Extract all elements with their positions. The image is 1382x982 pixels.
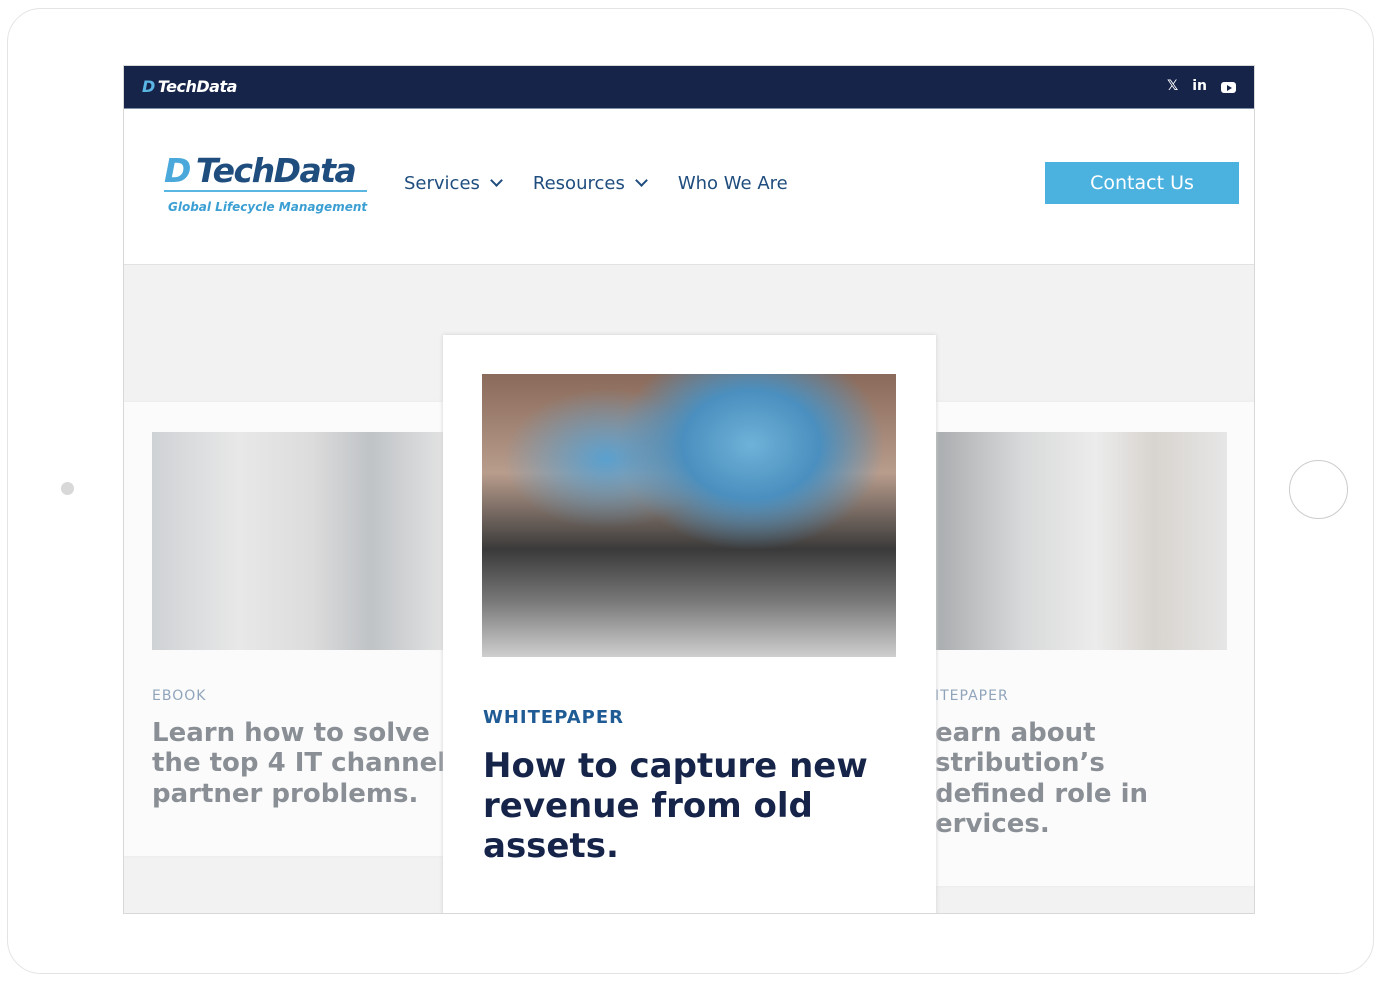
camera-dot: [61, 482, 74, 495]
top-bar: D TechData 𝕏 in: [124, 66, 1254, 109]
title-line: stribution’s: [935, 748, 1105, 779]
card-image-laptop-repair: [482, 374, 896, 657]
card-image-handshake: [935, 432, 1227, 650]
card-title: How to capture new revenue from old asse…: [483, 746, 868, 866]
nav-label: Resources: [532, 173, 625, 194]
home-button[interactable]: [1289, 460, 1348, 519]
topbar-logo-text: TechData: [157, 77, 238, 96]
linkedin-icon[interactable]: in: [1192, 78, 1207, 94]
chevron-down-icon: [490, 174, 503, 187]
card-title: Learn how to solve the top 4 IT channel …: [152, 718, 447, 809]
card-tag: EBOOK: [152, 688, 207, 704]
main-nav: Services Resources Who We Are: [404, 173, 788, 194]
nav-services[interactable]: Services: [404, 173, 503, 194]
logo-tagline: Global Lifecycle Management: [168, 200, 368, 214]
resource-card-whitepaper-featured[interactable]: WHITEPAPER How to capture new revenue fr…: [443, 335, 936, 913]
card-tag: WHITEPAPER: [483, 707, 625, 728]
nav-label: Who We Are: [677, 173, 788, 194]
card-tag: ITEPAPER: [935, 688, 1009, 704]
social-links: 𝕏 in: [1167, 78, 1236, 94]
nav-who-we-are[interactable]: Who We Are: [678, 173, 788, 194]
chevron-down-icon: [634, 174, 648, 187]
nav-resources[interactable]: Resources: [532, 173, 648, 194]
topbar-logo[interactable]: D TechData: [142, 77, 237, 96]
title-line: earn about: [935, 718, 1096, 748]
nav-label: Services: [404, 173, 480, 194]
resource-card-whitepaper-2[interactable]: ITEPAPER earn about stribution’s defined…: [935, 402, 1254, 886]
logo-mark: D: [164, 151, 191, 190]
logo-mark: D: [142, 77, 155, 96]
contact-us-button[interactable]: Contact Us: [1045, 162, 1239, 204]
site-header: D TechData Global Lifecycle Management Se…: [124, 109, 1254, 265]
card-image-call-center: [152, 432, 443, 650]
title-line: ervices.: [935, 809, 1050, 840]
twitter-icon[interactable]: 𝕏: [1167, 78, 1178, 94]
website-screen: D TechData 𝕏 in D TechData Global Lifecycl…: [123, 65, 1255, 914]
title-line: defined role in: [935, 778, 1149, 809]
card-title: earn about stribution’s defined role in …: [935, 718, 1254, 840]
resource-card-ebook[interactable]: EBOOK Learn how to solve the top 4 IT ch…: [124, 402, 446, 856]
youtube-icon[interactable]: [1221, 82, 1236, 93]
logo-text: TechData: [195, 151, 357, 190]
site-logo[interactable]: D TechData Global Lifecycle Management: [164, 151, 368, 214]
